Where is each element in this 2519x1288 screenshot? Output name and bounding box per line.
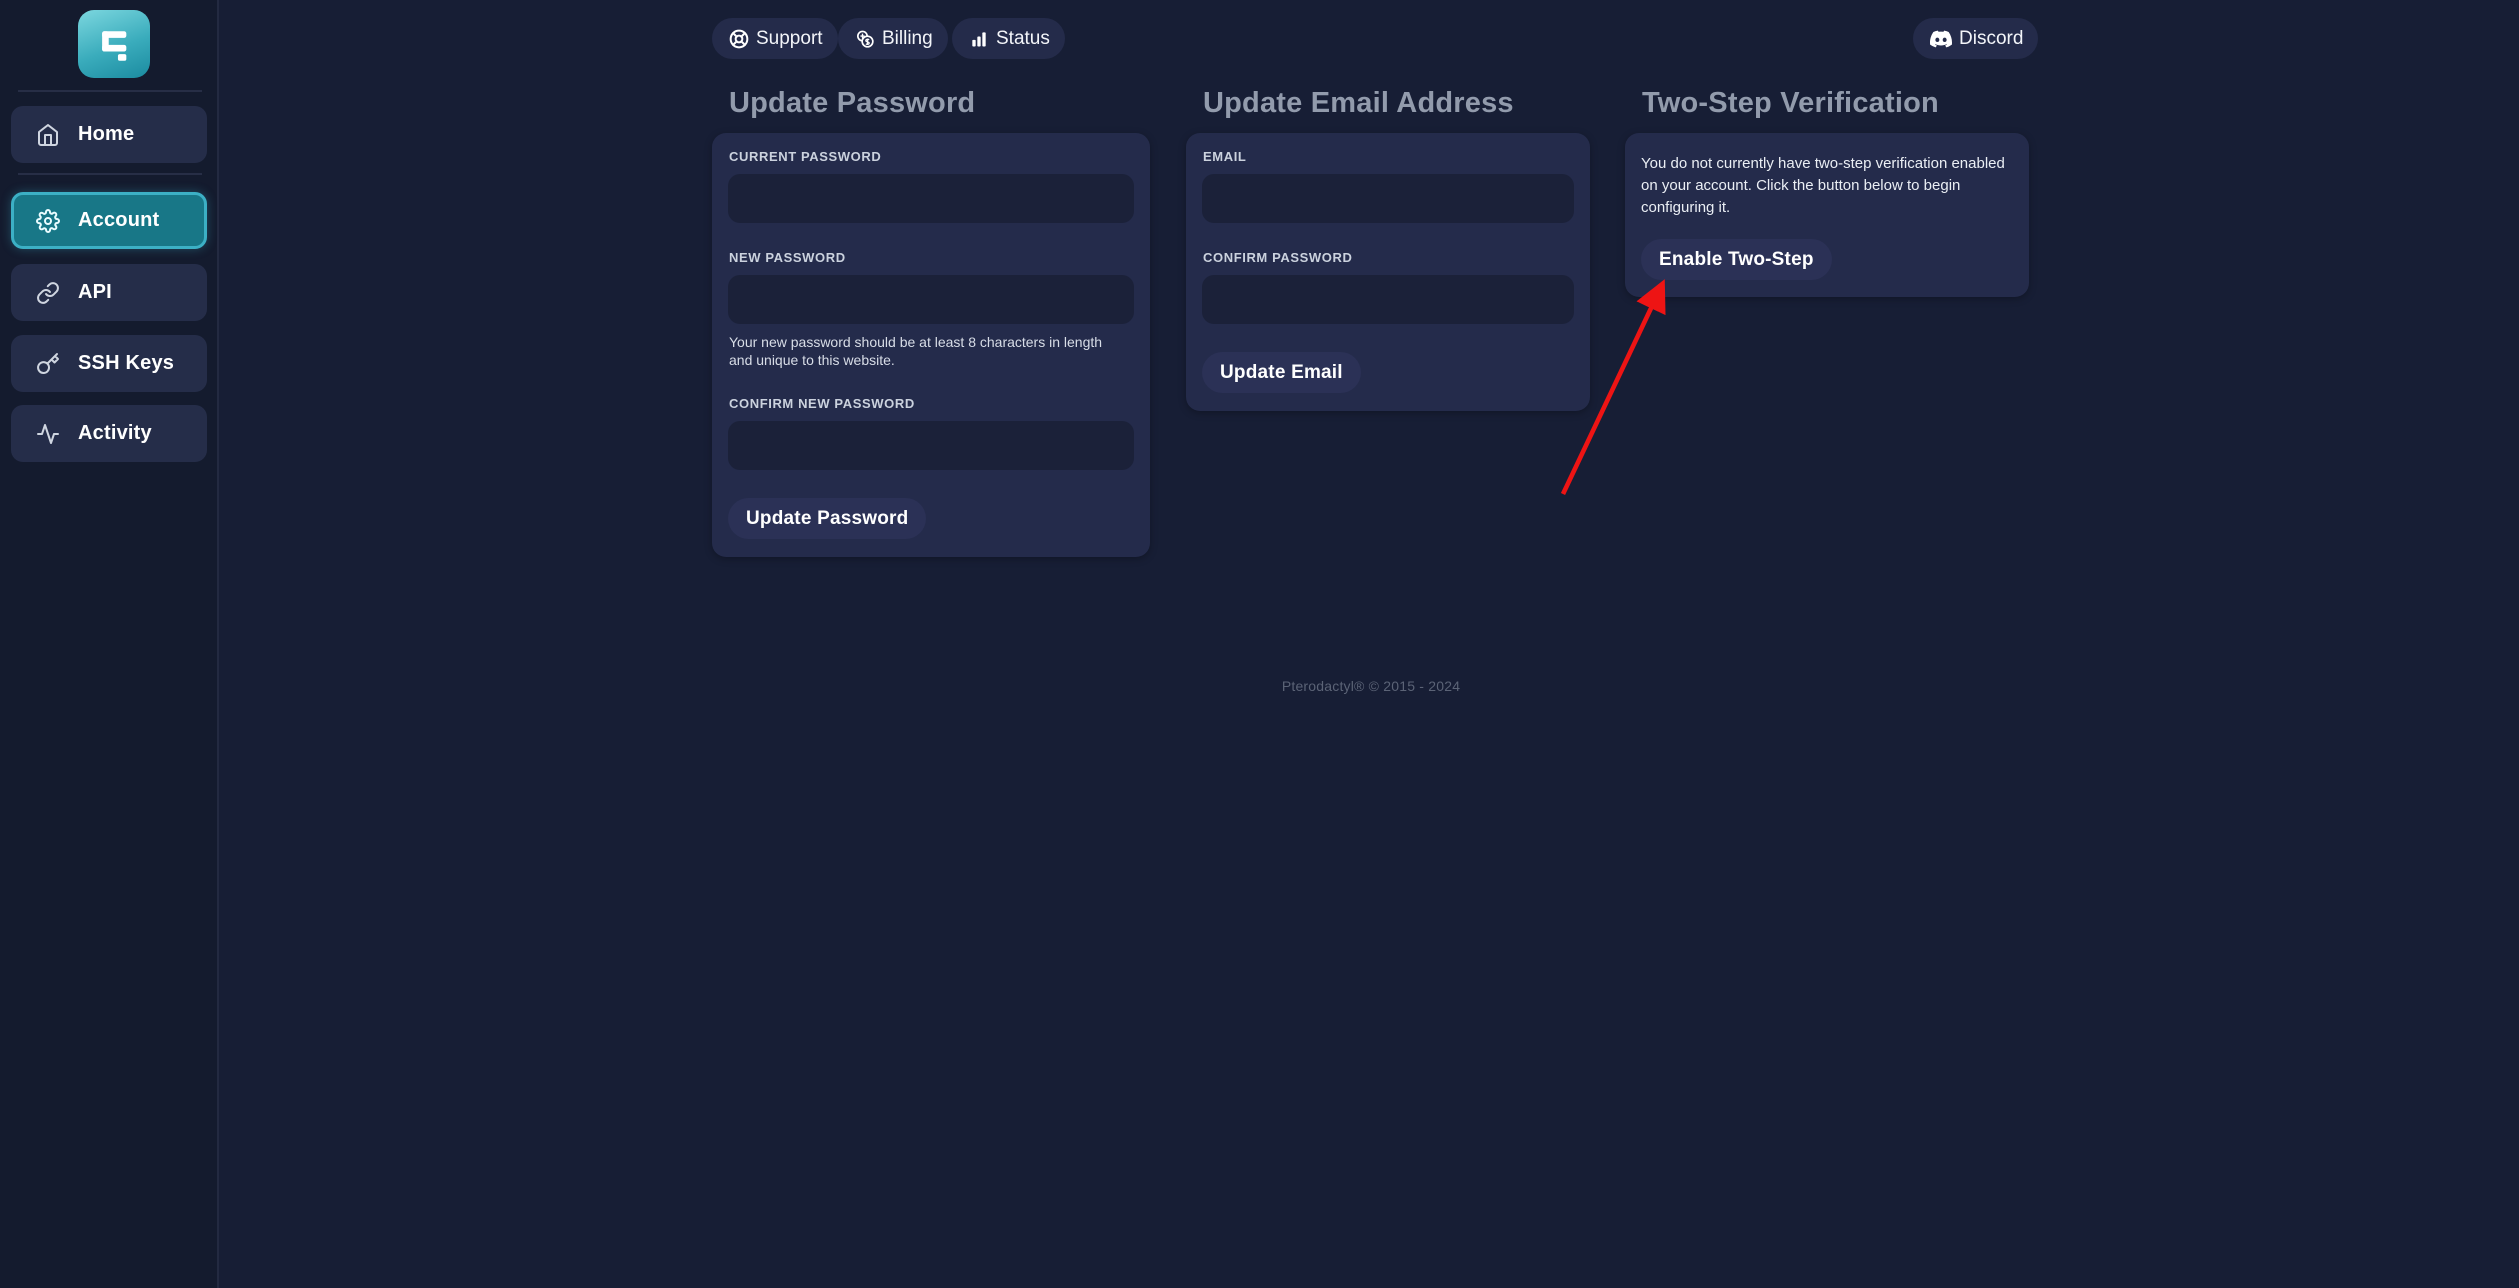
update-password-button[interactable]: Update Password [728,498,926,539]
enable-two-step-button[interactable]: Enable Two-Step [1641,239,1832,280]
sidebar-item-activity[interactable]: Activity [11,405,207,462]
link-icon [36,281,60,305]
current-password-input[interactable] [728,174,1134,223]
update-email-section: Update Email Address EMAIL CONFIRM PASSW… [1186,84,1590,411]
form-group: CONFIRM NEW PASSWORD [728,396,1134,470]
activity-icon [36,422,60,446]
section-title: Update Password [729,84,1150,122]
field-label: CURRENT PASSWORD [729,149,1134,164]
password-help-text: Your new password should be at least 8 c… [729,333,1127,369]
brand-logo-icon [92,22,136,66]
two-step-section: Two-Step Verification You do not current… [1625,84,2029,297]
form-group: CONFIRM PASSWORD [1202,250,1574,324]
life-ring-icon [729,29,749,49]
new-password-input[interactable] [728,275,1134,324]
home-icon [36,123,60,147]
two-step-description: You do not currently have two-step verif… [1641,153,2013,219]
sidebar-item-label: Activity [78,422,152,445]
form-group: CURRENT PASSWORD [728,149,1134,223]
status-label: Status [996,28,1050,50]
field-label: CONFIRM PASSWORD [1203,250,1574,265]
sidebar-item-home[interactable]: Home [11,106,207,163]
sidebar-item-label: API [78,281,112,304]
footer-copyright: Pterodactyl® © 2015 - 2024 [712,678,2030,694]
field-label: CONFIRM NEW PASSWORD [729,396,1134,411]
update-password-card: CURRENT PASSWORD NEW PASSWORD Your new p… [712,133,1150,557]
support-label: Support [756,28,823,50]
billing-button[interactable]: Billing [838,18,948,59]
sidebar-item-ssh-keys[interactable]: SSH Keys [11,335,207,392]
sidebar-item-account[interactable]: Account [11,192,207,249]
bar-chart-icon [969,29,989,49]
discord-button[interactable]: Discord [1913,18,2038,59]
key-icon [36,352,60,376]
sidebar-item-api[interactable]: API [11,264,207,321]
billing-label: Billing [882,28,933,50]
confirm-password-input[interactable] [1202,275,1574,324]
discord-icon [1930,28,1952,50]
sidebar-divider [18,173,202,175]
sidebar-item-label: SSH Keys [78,352,174,375]
sidebar-item-label: Home [78,123,134,146]
email-input[interactable] [1202,174,1574,223]
app-root: Home Account API [0,0,2519,1288]
field-label: EMAIL [1203,149,1574,164]
field-label: NEW PASSWORD [729,250,1134,265]
form-group: EMAIL [1202,149,1574,223]
update-password-section: Update Password CURRENT PASSWORD NEW PAS… [712,84,1150,557]
sidebar-item-label: Account [78,209,159,232]
confirm-new-password-input[interactable] [728,421,1134,470]
status-button[interactable]: Status [952,18,1065,59]
sidebar: Home Account API [0,0,219,1288]
gear-icon [36,209,60,233]
discord-label: Discord [1959,28,2023,50]
update-email-card: EMAIL CONFIRM PASSWORD Update Email [1186,133,1590,411]
section-title: Update Email Address [1203,84,1590,122]
coins-icon [855,29,875,49]
section-title: Two-Step Verification [1642,84,2029,122]
form-group: NEW PASSWORD Your new password should be… [728,250,1134,369]
sidebar-divider [18,90,202,92]
two-step-card: You do not currently have two-step verif… [1625,133,2029,297]
update-email-button[interactable]: Update Email [1202,352,1361,393]
support-button[interactable]: Support [712,18,838,59]
brand-logo[interactable] [78,10,150,78]
